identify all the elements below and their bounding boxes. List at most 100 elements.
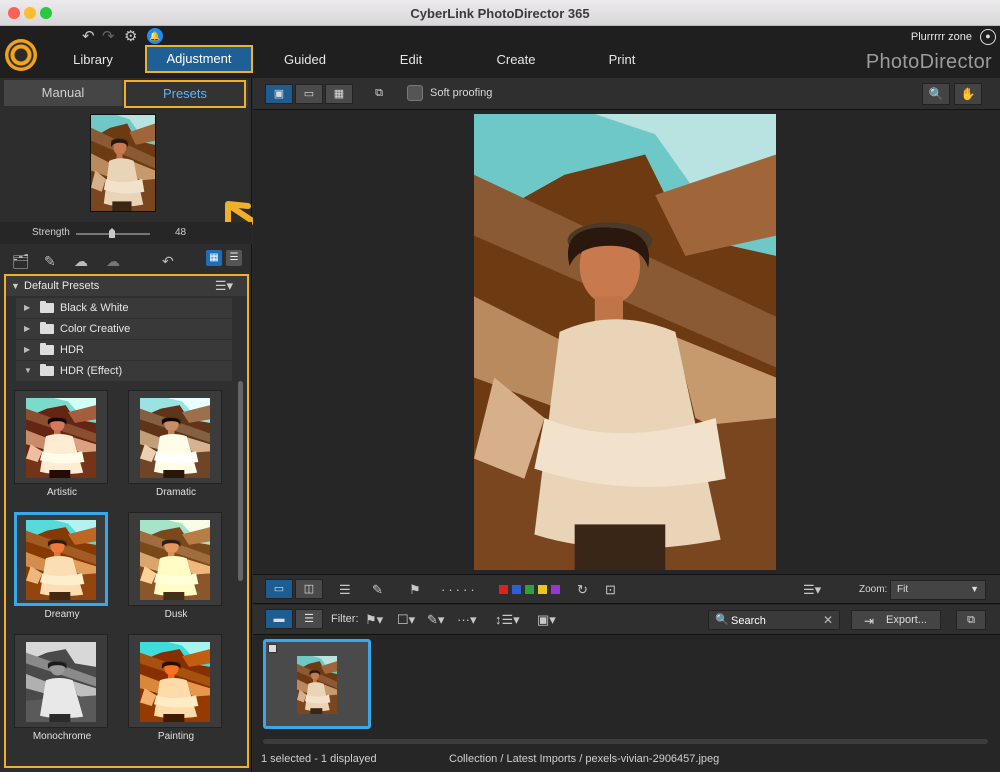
- tab-manual[interactable]: Manual: [4, 80, 122, 106]
- folder-black-white[interactable]: ▶ Black & White: [16, 298, 232, 318]
- hand-tool-icon[interactable]: ✋: [954, 83, 982, 105]
- filter-rating-icon[interactable]: ☐▾: [397, 612, 415, 628]
- color-label-red[interactable]: [499, 585, 508, 594]
- zoom-tool-icon[interactable]: 🔍: [922, 83, 950, 105]
- presets-list: ▼ Default Presets ☰▾ ▶ Black & White ▶ C…: [4, 274, 249, 768]
- expand-triangle-icon[interactable]: ▶: [24, 324, 30, 333]
- preset-label: Artistic: [47, 487, 77, 498]
- zoom-select[interactable]: Fit ▼: [890, 580, 986, 600]
- preset-artistic[interactable]: Artistic: [14, 390, 110, 498]
- add-preset-icon[interactable]: 🗂: [12, 253, 30, 270]
- main-area: ▣ ▭ ▦ ⧉ Soft proofing 🔍 ✋ ▭ ◫ ☰ ✎ ⚑ ····…: [253, 78, 1000, 772]
- redo-icon[interactable]: ↷: [102, 27, 115, 45]
- preset-thumbnail[interactable]: [14, 390, 108, 484]
- folder-hdr[interactable]: ▶ HDR: [16, 340, 232, 360]
- filmstrip: [253, 636, 1000, 748]
- screen-export-icon[interactable]: ⊡: [605, 582, 616, 598]
- tab-adjustment[interactable]: Adjustment: [145, 45, 253, 73]
- popout-button[interactable]: ⧉: [956, 610, 986, 630]
- rating-stars-icon[interactable]: ·····: [441, 582, 478, 597]
- tab-edit[interactable]: Edit: [376, 46, 446, 74]
- grid-view-icon[interactable]: ▦: [206, 250, 222, 266]
- filter-more-icon[interactable]: ···▾: [457, 612, 477, 628]
- left-panel: Manual Presets Strength 48 🗂 ✎ ☁ ☁ ↶ ▦ ☰…: [0, 78, 269, 772]
- folder-name: Color Creative: [60, 323, 131, 335]
- preset-menu-icon[interactable]: ☰▾: [215, 278, 233, 294]
- edit-pen-icon[interactable]: ✎: [372, 582, 383, 598]
- tab-create[interactable]: Create: [481, 46, 551, 74]
- folder-hdr-effect[interactable]: ▼ HDR (Effect): [16, 361, 232, 381]
- tab-guided[interactable]: Guided: [270, 46, 340, 74]
- main-photo-preview[interactable]: [474, 114, 776, 570]
- list-view-button[interactable]: ☰: [295, 609, 323, 629]
- tab-presets[interactable]: Presets: [124, 80, 246, 108]
- clear-search-icon[interactable]: ✕: [823, 613, 833, 627]
- strength-slider-handle[interactable]: [109, 228, 115, 238]
- preset-thumbnail[interactable]: [128, 390, 222, 484]
- preset-painting[interactable]: Painting: [128, 634, 224, 742]
- filmstrip-scrollbar[interactable]: [263, 739, 988, 744]
- preset-thumbnail[interactable]: [14, 634, 108, 728]
- tab-library[interactable]: Library: [58, 46, 128, 74]
- export-button[interactable]: ⇥ Export...: [851, 610, 941, 630]
- sort-icon[interactable]: ☰: [339, 582, 351, 598]
- folder-name: Black & White: [60, 302, 129, 314]
- single-view-button[interactable]: ▣: [265, 84, 293, 104]
- undo-icon[interactable]: ↶: [82, 27, 95, 45]
- selection-status: 1 selected - 1 displayed: [261, 753, 377, 765]
- expand-triangle-icon[interactable]: ▶: [24, 303, 30, 312]
- filter-flag-icon[interactable]: ⚑▾: [365, 612, 383, 628]
- collapse-triangle-icon[interactable]: ▼: [11, 281, 20, 291]
- presets-scrollbar[interactable]: [238, 381, 243, 581]
- app-logo-icon[interactable]: [5, 39, 37, 71]
- color-label-green[interactable]: [525, 585, 534, 594]
- tab-print[interactable]: Print: [587, 46, 657, 74]
- collapse-triangle-icon[interactable]: ▼: [24, 366, 32, 375]
- default-presets-header[interactable]: ▼ Default Presets ☰▾: [6, 276, 247, 296]
- compare-view-button[interactable]: ▭: [295, 84, 323, 104]
- file-path: Collection / Latest Imports / pexels-viv…: [449, 753, 720, 765]
- sort-order-icon[interactable]: ↕☰▾: [495, 612, 520, 628]
- filmstrip-view-button[interactable]: ▬: [265, 609, 293, 629]
- search-icon: 🔍: [715, 614, 729, 626]
- folder-icon: [40, 343, 54, 355]
- preset-dusk[interactable]: Dusk: [128, 512, 224, 620]
- filmstrip-photo-selected[interactable]: [263, 639, 371, 729]
- stack-icon[interactable]: ▣▾: [537, 612, 556, 628]
- color-label-yellow[interactable]: [538, 585, 547, 594]
- filter-label: Filter:: [331, 613, 359, 625]
- folder-name: HDR: [60, 344, 84, 356]
- folder-color-creative[interactable]: ▶ Color Creative: [16, 319, 232, 339]
- preset-thumbnail-selected[interactable]: [14, 512, 108, 606]
- single-photo-view-button[interactable]: ▭: [265, 579, 293, 599]
- soft-proofing-checkbox[interactable]: [407, 85, 423, 101]
- flag-icon[interactable]: ⚑: [409, 582, 421, 598]
- color-label-blue[interactable]: [512, 585, 521, 594]
- notification-bell-icon[interactable]: 🔔: [147, 28, 163, 44]
- grid-view-button[interactable]: ▦: [325, 84, 353, 104]
- filter-edit-icon[interactable]: ✎▾: [427, 612, 444, 628]
- rotate-icon[interactable]: ↻: [577, 582, 588, 598]
- split-view-button[interactable]: ◫: [295, 579, 323, 599]
- edit-preset-icon[interactable]: ✎: [44, 253, 56, 270]
- expand-triangle-icon[interactable]: ▶: [24, 345, 30, 354]
- preset-monochrome[interactable]: Monochrome: [14, 634, 110, 742]
- settings-gear-icon[interactable]: ⚙: [124, 27, 137, 45]
- display-options-icon[interactable]: ☰▾: [803, 582, 821, 598]
- secondary-display-button[interactable]: ⧉: [365, 84, 393, 104]
- user-name[interactable]: Plurrrrr zone: [911, 31, 972, 43]
- title-bar: CyberLink PhotoDirector 365: [0, 0, 1000, 26]
- search-box[interactable]: 🔍 Search ✕: [708, 610, 840, 630]
- list-view-icon[interactable]: ☰: [226, 250, 242, 266]
- user-account-icon[interactable]: ●: [980, 29, 996, 45]
- preset-dramatic[interactable]: Dramatic: [128, 390, 224, 498]
- preset-dreamy[interactable]: Dreamy: [14, 512, 110, 620]
- share-preset-icon[interactable]: ☁: [106, 253, 120, 270]
- reset-icon[interactable]: ↶: [162, 253, 174, 270]
- import-preset-icon[interactable]: ☁: [74, 253, 88, 270]
- preset-thumbnail[interactable]: [128, 512, 222, 606]
- search-input[interactable]: Search: [731, 615, 766, 627]
- strength-label: Strength: [32, 227, 70, 238]
- preset-thumbnail[interactable]: [128, 634, 222, 728]
- color-label-purple[interactable]: [551, 585, 560, 594]
